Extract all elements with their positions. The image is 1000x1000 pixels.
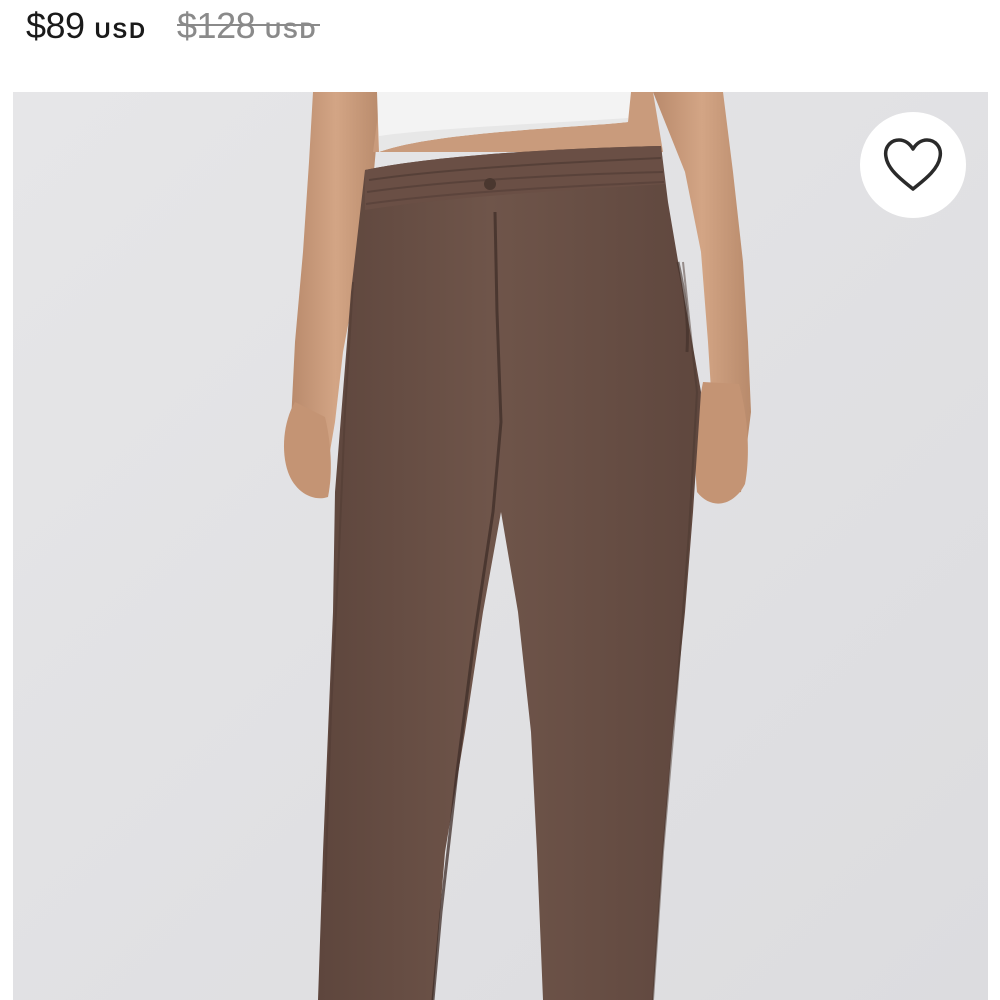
product-page: $89 USD $128 USD (0, 0, 1000, 1000)
original-price-currency: USD (265, 18, 318, 43)
price-row: $89 USD $128 USD (26, 0, 320, 52)
original-price-amount: $128 (177, 5, 256, 46)
sale-price: $89 (26, 5, 85, 46)
sale-price-currency: USD (94, 18, 148, 43)
wishlist-button[interactable] (860, 112, 966, 218)
product-image[interactable] (13, 92, 988, 1000)
heart-outline-icon (883, 138, 943, 191)
original-price: $128 USD (177, 0, 320, 52)
product-photo (13, 92, 988, 1000)
